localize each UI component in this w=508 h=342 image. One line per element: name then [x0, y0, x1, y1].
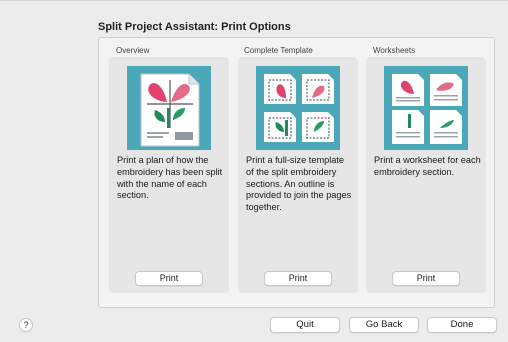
complete-template-panel: Print a full-size template of the split …	[238, 57, 358, 293]
template-pages-icon	[256, 66, 340, 150]
window-top-divider	[0, 0, 508, 1]
done-button[interactable]: Done	[427, 317, 497, 333]
section-label-overview: Overview	[116, 46, 150, 55]
quit-button[interactable]: Quit	[270, 317, 340, 333]
go-back-button[interactable]: Go Back	[349, 317, 419, 333]
worksheets-description: Print a worksheet for each embroidery se…	[374, 155, 481, 177]
complete-template-description: Print a full-size template of the split …	[246, 155, 352, 213]
overview-description: Print a plan of how the embroidery has b…	[117, 155, 223, 201]
print-complete-template-button[interactable]: Print	[264, 271, 332, 286]
print-overview-button[interactable]: Print	[135, 271, 203, 286]
worksheet-pages-icon	[384, 66, 468, 150]
overview-panel: Print a plan of how the embroidery has b…	[109, 57, 229, 293]
print-worksheets-button[interactable]: Print	[392, 271, 460, 286]
dialog-title: Split Project Assistant: Print Options	[98, 21, 291, 33]
help-button[interactable]: ?	[19, 318, 33, 332]
section-label-complete-template: Complete Template	[244, 46, 313, 55]
overview-plan-icon	[127, 66, 211, 150]
worksheets-panel: Print a worksheet for each embroidery se…	[366, 57, 486, 293]
section-label-worksheets: Worksheets	[373, 46, 416, 55]
